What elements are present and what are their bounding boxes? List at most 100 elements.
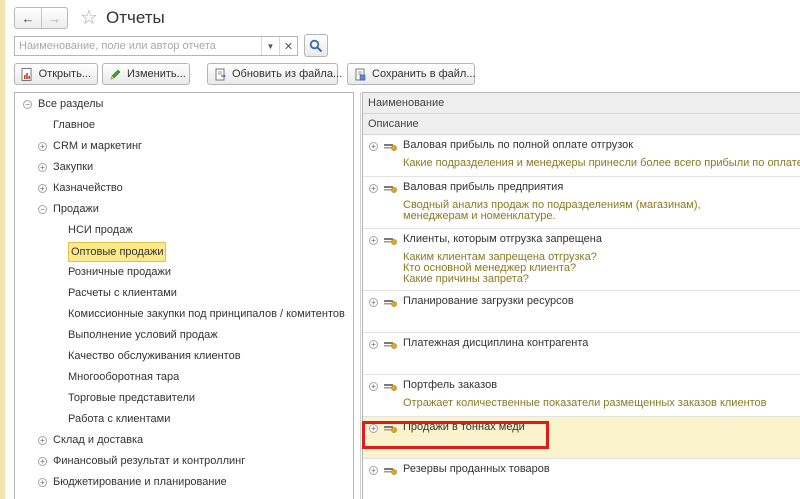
save-to-file-button[interactable]: Сохранить в файл... [347, 63, 476, 85]
panel-splitter[interactable] [360, 92, 361, 499]
tree-item-label: Закупки [53, 161, 94, 173]
report-row[interactable]: + Платежная дисциплина контрагента [363, 333, 800, 375]
back-button[interactable]: ← [15, 8, 41, 28]
sections-tree: − Все разделы Главное + CRM и маркетинг + Заку… [14, 92, 354, 499]
tree-item[interactable]: НСИ продаж [15, 220, 353, 240]
report-description: Какие подразделения и менеджеры принесли… [403, 157, 800, 169]
tree-item[interactable]: + Закупки [15, 157, 353, 177]
report-title: Валовая прибыль по полной оплате отгрузо… [403, 139, 634, 151]
expand-icon[interactable]: + [38, 457, 47, 466]
collapse-icon[interactable]: − [38, 205, 47, 214]
expand-icon[interactable]: + [38, 184, 47, 193]
report-title: Продажи в тоннах меди [403, 421, 525, 433]
tree-item[interactable]: + Бюджетирование и планирование [15, 472, 353, 492]
tree-item-label: Продажи [53, 203, 99, 215]
collapse-icon[interactable]: − [23, 100, 32, 109]
tree-item-label: Оптовые продажи [68, 242, 167, 262]
tree-item-label: Розничные продажи [68, 266, 171, 278]
tree-item[interactable]: + Склад и доставка [15, 430, 353, 450]
tree-item[interactable]: + Казначейство [15, 178, 353, 198]
tree-item-label: Финансовый результат и контроллинг [53, 455, 246, 467]
expand-icon[interactable]: + [38, 436, 47, 445]
forward-button[interactable]: → [41, 8, 67, 28]
triangle-down-icon: ▼ [266, 41, 275, 51]
tree-item-label: Главное [53, 119, 96, 131]
search-button[interactable] [304, 34, 328, 57]
tree-item[interactable]: Выполнение условий продаж [15, 325, 353, 345]
arrow-left-icon: ← [21, 10, 35, 26]
search-box: ▼ ✕ [14, 36, 298, 56]
reports-list: Наименование Описание + Валовая прибыль п… [362, 92, 800, 499]
column-header-description[interactable]: Описание [363, 114, 800, 135]
column-header-name[interactable]: Наименование [363, 93, 800, 114]
report-title: Платежная дисциплина контрагента [403, 337, 589, 349]
tree-item[interactable]: + CRM и маркетинг [15, 136, 353, 156]
report-row[interactable]: + Портфель заказов Отражает количественные… [363, 375, 800, 417]
report-row[interactable]: + Валовая прибыль предприятия Сводный анал… [363, 177, 800, 229]
tree-item-label: Склад и доставка [53, 434, 144, 446]
tree-item[interactable]: Розничные продажи [15, 262, 353, 282]
search-dropdown-button[interactable]: ▼ [261, 37, 279, 55]
tree-item-label: Бюджетирование и планирование [53, 476, 227, 488]
report-document-icon [21, 67, 34, 81]
report-variant-icon [384, 140, 398, 155]
tree-item[interactable]: Качество обслуживания клиентов [15, 346, 353, 366]
tree-item[interactable]: − Продажи [15, 199, 353, 219]
expand-icon[interactable]: + [369, 424, 378, 433]
report-title: Портфель заказов [403, 379, 498, 391]
expand-icon[interactable]: + [38, 142, 47, 151]
expand-icon[interactable]: + [369, 236, 378, 245]
report-variant-icon [384, 338, 398, 353]
edit-button[interactable]: Изменить... [102, 63, 190, 85]
report-row[interactable]: + Клиенты, которым отгрузка запрещена Каки… [363, 229, 800, 291]
report-variant-icon [384, 296, 398, 311]
tree-item-label: Торговые представители [68, 392, 196, 404]
magnifier-icon [309, 39, 323, 52]
expand-icon[interactable]: + [369, 340, 378, 349]
tree-item[interactable]: Комиссионные закупки под принципалов / к… [15, 304, 353, 324]
report-row[interactable]: + Валовая прибыль по полной оплате отгруз… [363, 135, 800, 177]
save-to-file-label: Сохранить в файл... [372, 68, 476, 80]
tree-item[interactable]: Работа с клиентами [15, 409, 353, 429]
report-row[interactable]: + Резервы проданных товаров [363, 459, 800, 499]
report-variant-icon [384, 182, 398, 197]
report-title: Планирование загрузки ресурсов [403, 295, 574, 307]
expand-icon[interactable]: + [369, 142, 378, 151]
tree-item-label: Работа с клиентами [68, 413, 171, 425]
navigation-buttons: ← → [14, 7, 68, 29]
search-clear-button[interactable]: ✕ [279, 37, 297, 55]
tree-item-label: CRM и маркетинг [53, 140, 143, 152]
refresh-from-file-button[interactable]: Обновить из файла... [207, 63, 342, 85]
expand-icon[interactable]: + [369, 466, 378, 475]
window-edge [0, 0, 5, 499]
tree-item[interactable]: − Все разделы [15, 94, 353, 114]
expand-icon[interactable]: + [369, 184, 378, 193]
favorite-star-icon[interactable]: ☆ [80, 5, 98, 29]
tree-item[interactable]: Оптовые продажи [15, 241, 353, 262]
report-row[interactable]: + Продажи в тоннах меди [363, 417, 800, 459]
tree-item-label: Выполнение условий продаж [68, 329, 218, 341]
report-variant-icon [384, 380, 398, 395]
report-title: Резервы проданных товаров [403, 463, 550, 475]
close-icon: ✕ [283, 40, 294, 53]
open-button[interactable]: Открыть... [14, 63, 98, 85]
search-input[interactable] [15, 37, 261, 55]
refresh-from-file-label: Обновить из файла... [232, 68, 343, 80]
file-save-icon [354, 67, 367, 81]
tree-item[interactable]: Торговые представители [15, 388, 353, 408]
report-row[interactable]: + Планирование загрузки ресурсов [363, 291, 800, 333]
tree-item-label: Многооборотная тара [68, 371, 180, 383]
report-title: Клиенты, которым отгрузка запрещена [403, 233, 602, 245]
expand-icon[interactable]: + [38, 163, 47, 172]
tree-item-label: Качество обслуживания клиентов [68, 350, 241, 362]
tree-item[interactable]: Расчеты с клиентами [15, 283, 353, 303]
expand-icon[interactable]: + [369, 382, 378, 391]
tree-item[interactable]: + Финансовый результат и контроллинг [15, 451, 353, 471]
report-description: Какие причины запрета? [403, 273, 529, 285]
expand-icon[interactable]: + [369, 298, 378, 307]
tree-item[interactable]: Многооборотная тара [15, 367, 353, 387]
page-title: Отчеты [106, 8, 165, 27]
expand-icon[interactable]: + [38, 478, 47, 487]
report-variant-icon [384, 422, 398, 437]
tree-item[interactable]: Главное [15, 115, 353, 135]
